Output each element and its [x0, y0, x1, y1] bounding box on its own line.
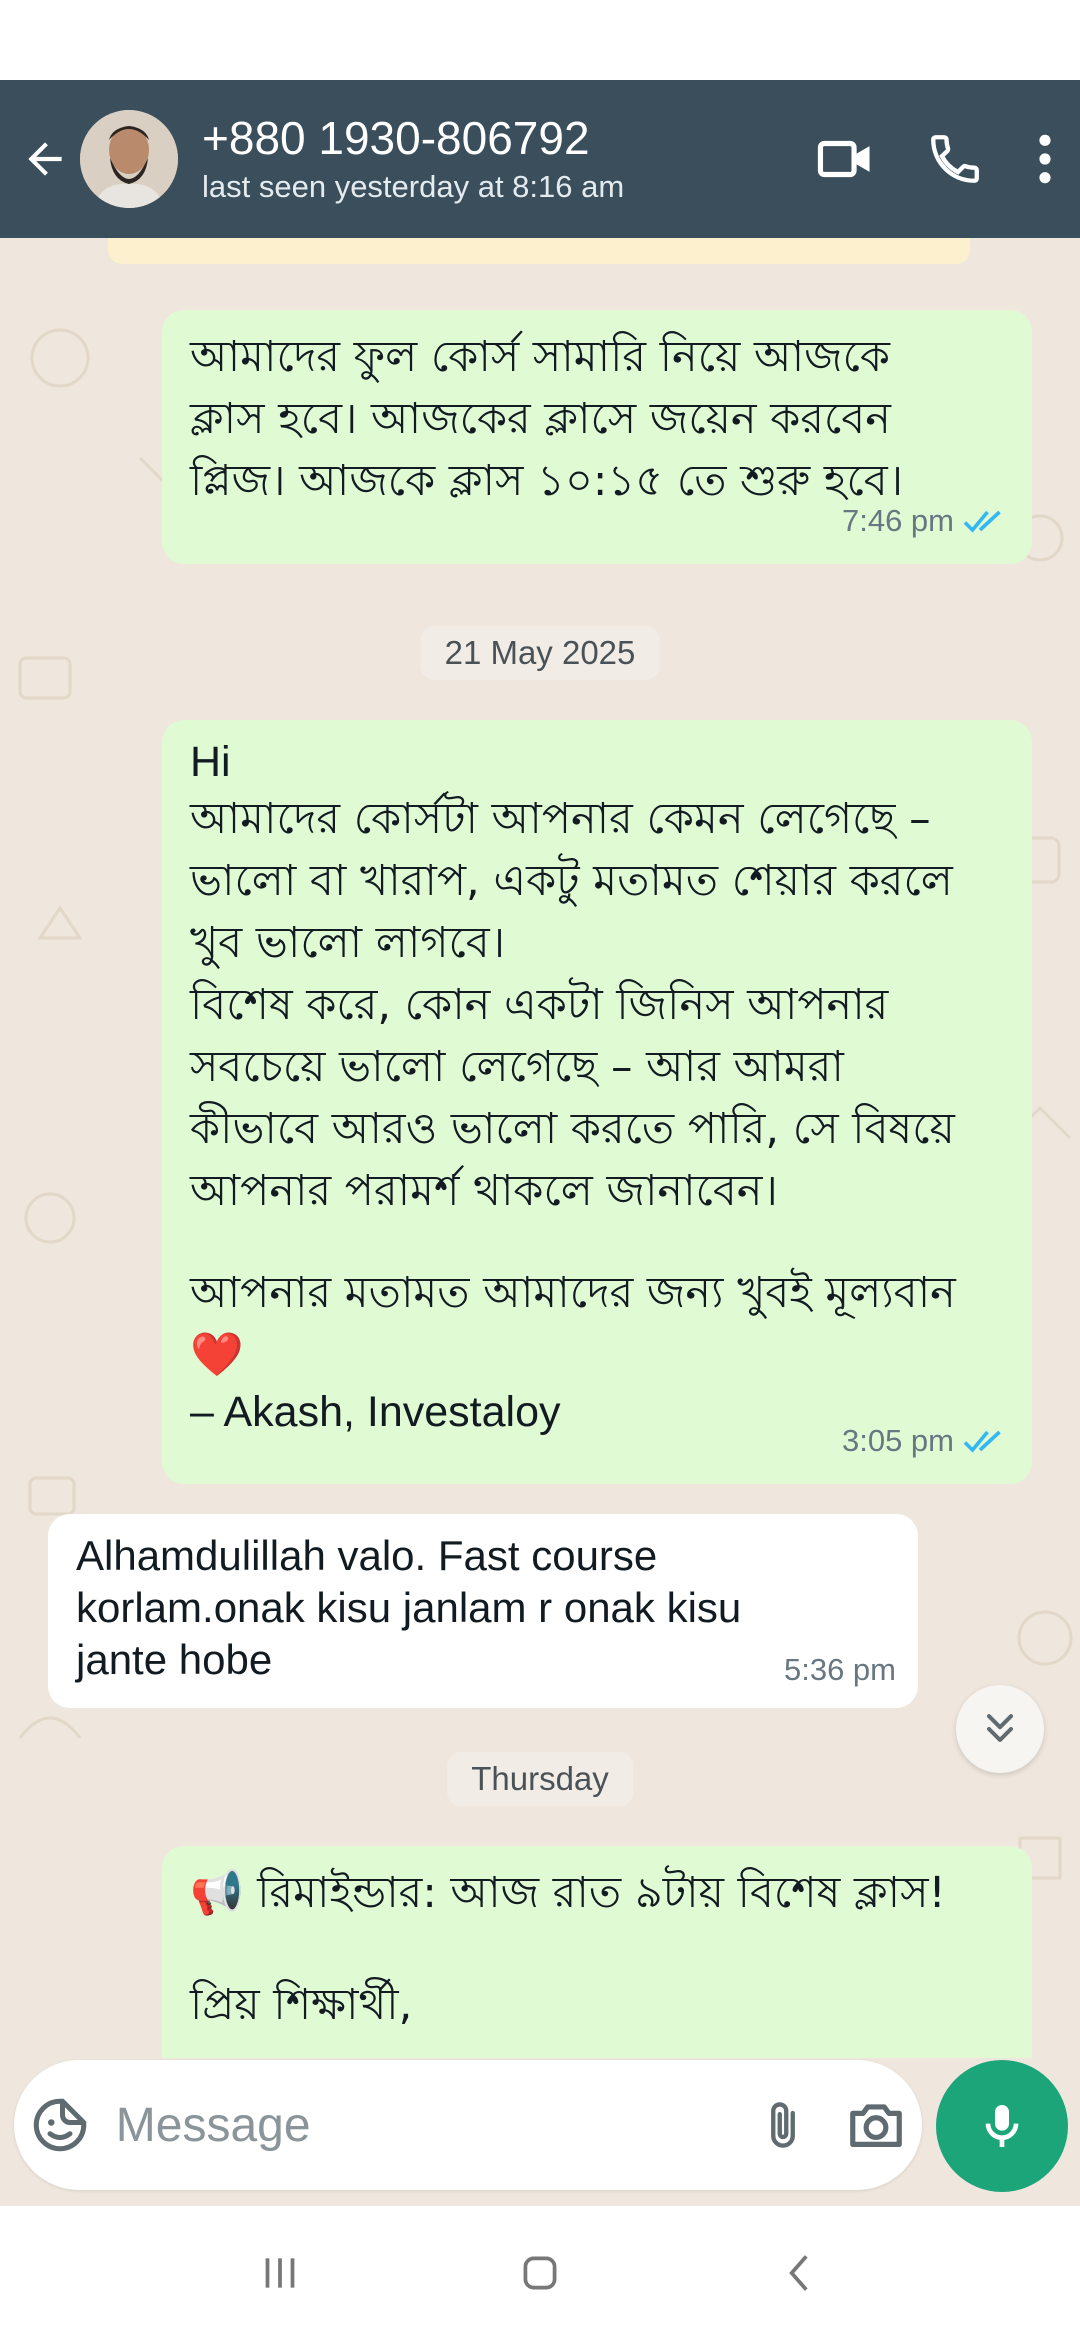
- chat-area[interactable]: to, or share them. Learn more. আমাদের ফু…: [0, 238, 1080, 2058]
- back-button[interactable]: [0, 80, 90, 238]
- message-text: কীভাবে আরও ভালো করতে পারি, সে বিষয়ে: [190, 1104, 955, 1154]
- camera-icon: [849, 2104, 902, 2147]
- phone-icon: [931, 135, 979, 183]
- camera-button[interactable]: [829, 2060, 922, 2190]
- message-text: [190, 1924, 1004, 1974]
- status-bar: [0, 0, 1080, 80]
- message-text: ক্লাস হবে। আজকের ক্লাসে জয়েন করবেন: [190, 394, 891, 444]
- system-navigation-bar: [0, 2206, 1080, 2340]
- message-text: Alhamdulillah valo. Fast course: [76, 1532, 658, 1579]
- message-meta: 3:05 pm: [842, 1410, 1010, 1472]
- double-check-icon: [963, 510, 1001, 533]
- message-text: আপনার মতামত আমাদের জন্য খুবই মূল্যবান: [190, 1268, 956, 1318]
- date-divider: 21 May 2025: [420, 626, 660, 680]
- message-text: [190, 1222, 1004, 1262]
- message-bubble-outgoing[interactable]: আমাদের ফুল কোর্স সামারি নিয়ে আজকে ক্লাস…: [162, 310, 1032, 564]
- recent-apps-button[interactable]: [240, 2233, 320, 2313]
- video-camera-icon: [817, 140, 870, 178]
- message-text: korlam.onak kisu janlam r onak kisu: [76, 1584, 742, 1631]
- message-text: আমাদের ফুল কোর্স সামারি নিয়ে আজকে: [190, 332, 890, 382]
- attach-button[interactable]: [737, 2060, 830, 2190]
- scroll-to-bottom-button[interactable]: [956, 1685, 1044, 1773]
- recent-apps-icon: [265, 2258, 295, 2288]
- date-divider: Thursday: [447, 1752, 633, 1806]
- contact-info[interactable]: +880 1930-806792 last seen yesterday at …: [202, 111, 790, 207]
- message-text: আমাদের কোর্সটা আপনার কেমন লেগেছে –: [190, 794, 931, 844]
- microphone-icon: [985, 2105, 1019, 2147]
- double-check-icon: [963, 1430, 1001, 1453]
- more-vertical-icon: [1039, 134, 1051, 184]
- message-bubble-outgoing[interactable]: Hi আমাদের কোর্সটা আপনার কেমন লেগেছে – ভা…: [162, 720, 1032, 1484]
- emoji-button[interactable]: [14, 2060, 100, 2190]
- message-text: jante hobe: [76, 1636, 273, 1683]
- message-bubble-incoming[interactable]: Alhamdulillah valo. Fast course korlam.o…: [48, 1514, 918, 1708]
- contact-name: +880 1930-806792: [202, 112, 590, 164]
- voice-call-button[interactable]: [900, 80, 1010, 238]
- more-options-button[interactable]: [1010, 80, 1080, 238]
- message-text: ভালো বা খারাপ, একটু মতামত শেয়ার করলে: [190, 856, 953, 906]
- arrow-left-icon: [28, 142, 62, 176]
- contact-last-seen: last seen yesterday at 8:16 am: [202, 169, 625, 204]
- message-input[interactable]: [99, 2097, 737, 2153]
- encryption-notice[interactable]: to, or share them. Learn more.: [108, 238, 970, 264]
- message-meta: 5:36 pm: [784, 1644, 896, 1696]
- home-icon: [523, 2256, 557, 2290]
- message-text: সবচেয়ে ভালো লেগেছে – আর আমরা: [190, 1042, 844, 1092]
- home-button[interactable]: [500, 2233, 580, 2313]
- back-nav-button[interactable]: [760, 2233, 840, 2313]
- message-text: আপনার পরামর্শ থাকলে জানাবেন।: [190, 1166, 778, 1216]
- message-text: খুব ভালো লাগবে।: [190, 918, 506, 968]
- avatar-photo: [80, 110, 178, 208]
- message-composer: [14, 2060, 922, 2190]
- avatar[interactable]: [80, 110, 178, 208]
- paperclip-icon: [771, 2102, 795, 2148]
- message-text: বিশেষ করে, কোন একটা জিনিস আপনার: [190, 980, 889, 1030]
- message-time: 7:46 pm: [841, 503, 954, 538]
- double-chevron-down-icon: [986, 1714, 1014, 1743]
- message-time: 3:05 pm: [841, 1423, 954, 1458]
- sticker-smile-icon: [33, 2098, 87, 2152]
- message-text: 📢 রিমাইন্ডার: আজ রাত ৯টায় বিশেষ ক্লাস!: [190, 1868, 946, 1918]
- message-meta: 7:46 pm: [842, 490, 1010, 552]
- video-call-button[interactable]: [790, 80, 900, 238]
- message-bubble-outgoing[interactable]: 📢 রিমাইন্ডার: আজ রাত ৯টায় বিশেষ ক্লাস! …: [162, 1846, 1032, 2058]
- chat-header: +880 1930-806792 last seen yesterday at …: [0, 80, 1080, 238]
- message-text: Hi: [190, 738, 231, 786]
- message-time: 5:36 pm: [783, 1652, 896, 1687]
- voice-message-button[interactable]: [936, 2060, 1068, 2192]
- message-text: প্রিয় শিক্ষার্থী,: [190, 1980, 413, 2030]
- chevron-left-icon: [789, 2255, 808, 2291]
- heart-emoji: ❤️: [190, 1330, 244, 1380]
